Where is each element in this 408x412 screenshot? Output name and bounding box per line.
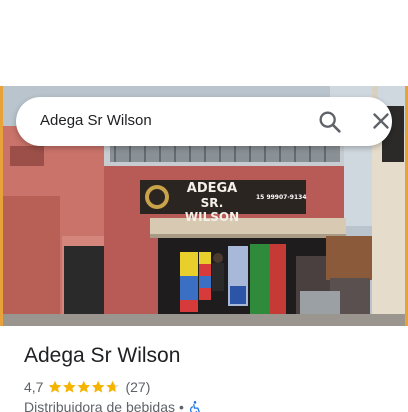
star-3 [77,380,91,393]
wheelchair-icon [188,400,202,412]
search-input[interactable]: Adega Sr Wilson [40,112,152,129]
star-rating [48,380,120,394]
search-bar[interactable]: Adega Sr Wilson [16,97,392,146]
rating-row[interactable]: 4,7 (27) [24,378,150,396]
review-count[interactable]: (27) [125,379,150,395]
star-5 [106,380,120,393]
category-label: Distribuidora de bebidas [24,399,175,412]
star-1 [49,380,62,393]
category-row: Distribuidora de bebidas • [24,398,202,412]
star-2 [63,380,77,393]
separator: • [178,399,184,412]
sign-line-2: SR. WILSON [184,196,240,224]
star-4 [92,380,105,393]
sign-phone: 15 99907-9134 [256,194,307,201]
search-icon[interactable] [316,108,344,136]
rating-value: 4,7 [24,379,44,395]
sign-line-1: ADEGA [186,181,238,196]
sign-text: ADEGA SR. WILSON [172,181,252,225]
stars-icon [49,380,120,393]
place-title: Adega Sr Wilson [24,344,181,367]
close-icon[interactable] [368,108,394,134]
